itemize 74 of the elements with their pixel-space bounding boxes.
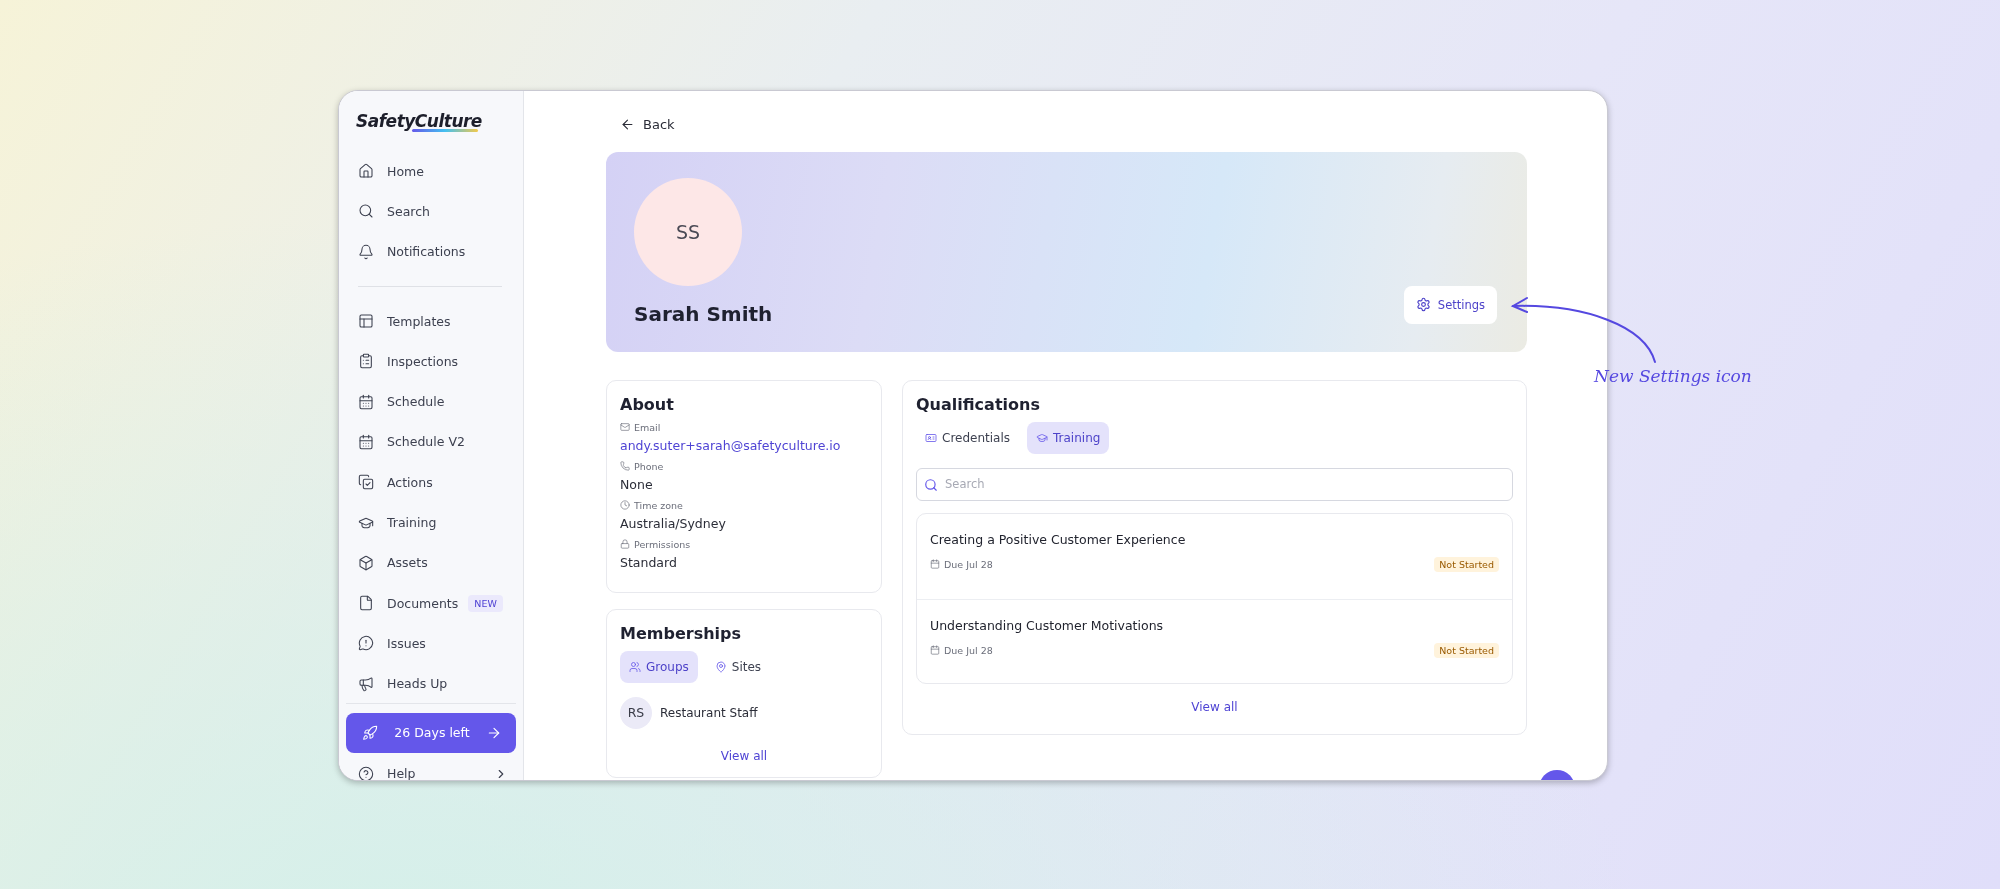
status-badge: Not Started <box>1434 642 1499 658</box>
cube-icon <box>358 554 374 571</box>
back-link[interactable]: Back <box>620 113 675 135</box>
nav-item[interactable]: Documents NEW <box>346 582 516 624</box>
nav-item[interactable]: Search <box>346 191 516 232</box>
calendar-icon <box>358 433 374 450</box>
card-title: Memberships <box>620 623 742 643</box>
settings-icon <box>1415 297 1431 312</box>
nav-item[interactable]: Schedule <box>346 381 516 422</box>
nav-item[interactable]: Actions <box>346 462 516 503</box>
nav-item[interactable]: Templates <box>346 300 516 342</box>
nav-item[interactable]: Notifications <box>346 231 516 272</box>
course-title[interactable]: Creating a Positive Customer Experience <box>930 531 1499 547</box>
avatar: SS <box>634 177 742 286</box>
bell-icon <box>358 243 374 260</box>
field-label: Permissions <box>634 538 691 550</box>
clipboard-icon <box>358 353 374 370</box>
due-date: Due Jul 28 <box>944 558 993 570</box>
megaphone-icon <box>358 675 374 692</box>
layout-icon <box>358 313 374 330</box>
trial-button[interactable]: 26 Days left <box>346 712 516 753</box>
group-name: Restaurant Staff <box>660 705 758 720</box>
field-value: Standard <box>620 554 678 570</box>
card-title: About <box>620 394 675 414</box>
pin-icon <box>714 660 727 673</box>
document-icon <box>358 595 374 612</box>
search-field[interactable]: Search <box>916 467 1513 501</box>
field-label: Email <box>634 421 661 433</box>
logo-underline-icon <box>412 129 478 132</box>
checked-squares-icon <box>358 474 374 491</box>
tab[interactable]: Sites <box>705 650 771 683</box>
nav-item[interactable]: Training <box>346 502 516 543</box>
course-title[interactable]: Understanding Customer Motivations <box>930 617 1499 633</box>
nav-item[interactable]: Home <box>346 151 516 192</box>
graduation-cap-icon <box>1036 431 1048 444</box>
due-date: Due Jul 28 <box>944 644 993 656</box>
email-link[interactable]: andy.suter+sarah@safetyculture.io <box>620 437 868 453</box>
calendar-icon <box>930 645 940 655</box>
view-all-link[interactable]: View all <box>1191 699 1238 714</box>
help-item[interactable]: Help <box>346 752 516 780</box>
home-icon <box>358 163 374 180</box>
tab[interactable]: Credentials <box>916 421 1019 454</box>
card-title: Qualifications <box>916 394 1041 414</box>
nav-item[interactable]: Inspections <box>346 341 516 382</box>
logo[interactable]: SafetyCulture <box>356 111 482 131</box>
field-label: Time zone <box>634 499 683 511</box>
new-badge: NEW <box>468 594 503 612</box>
tab[interactable]: Training <box>1027 421 1110 454</box>
settings-button[interactable]: Settings <box>1403 285 1497 324</box>
view-all-link[interactable]: View all <box>720 748 768 763</box>
help-icon <box>358 765 374 780</box>
id-card-icon <box>925 431 937 444</box>
annotation-text: New Settings icon <box>1594 366 1752 386</box>
clock-icon <box>620 500 630 510</box>
alert-bubble-icon <box>358 635 374 652</box>
nav-item[interactable]: Heads Up <box>346 663 516 704</box>
nav-item[interactable]: Schedule V2 <box>346 421 516 463</box>
field-value: None <box>620 476 654 492</box>
phone-icon <box>620 461 630 471</box>
calendar-icon <box>930 559 940 569</box>
tab[interactable]: Groups <box>620 650 698 683</box>
field-value: Australia/Sydney <box>620 515 727 531</box>
calendar-icon <box>358 393 374 410</box>
nav-item[interactable]: Assets <box>346 542 516 583</box>
mail-icon <box>620 422 630 432</box>
lock-icon <box>620 539 630 549</box>
search-icon <box>358 203 374 220</box>
nav-item[interactable]: Issues <box>346 623 516 664</box>
group-avatar: RS <box>620 696 652 729</box>
rocket-icon <box>362 724 378 741</box>
field-label: Phone <box>634 460 664 472</box>
profile-name: Sarah Smith <box>634 301 773 326</box>
status-badge: Not Started <box>1434 556 1499 572</box>
users-icon <box>629 660 641 673</box>
